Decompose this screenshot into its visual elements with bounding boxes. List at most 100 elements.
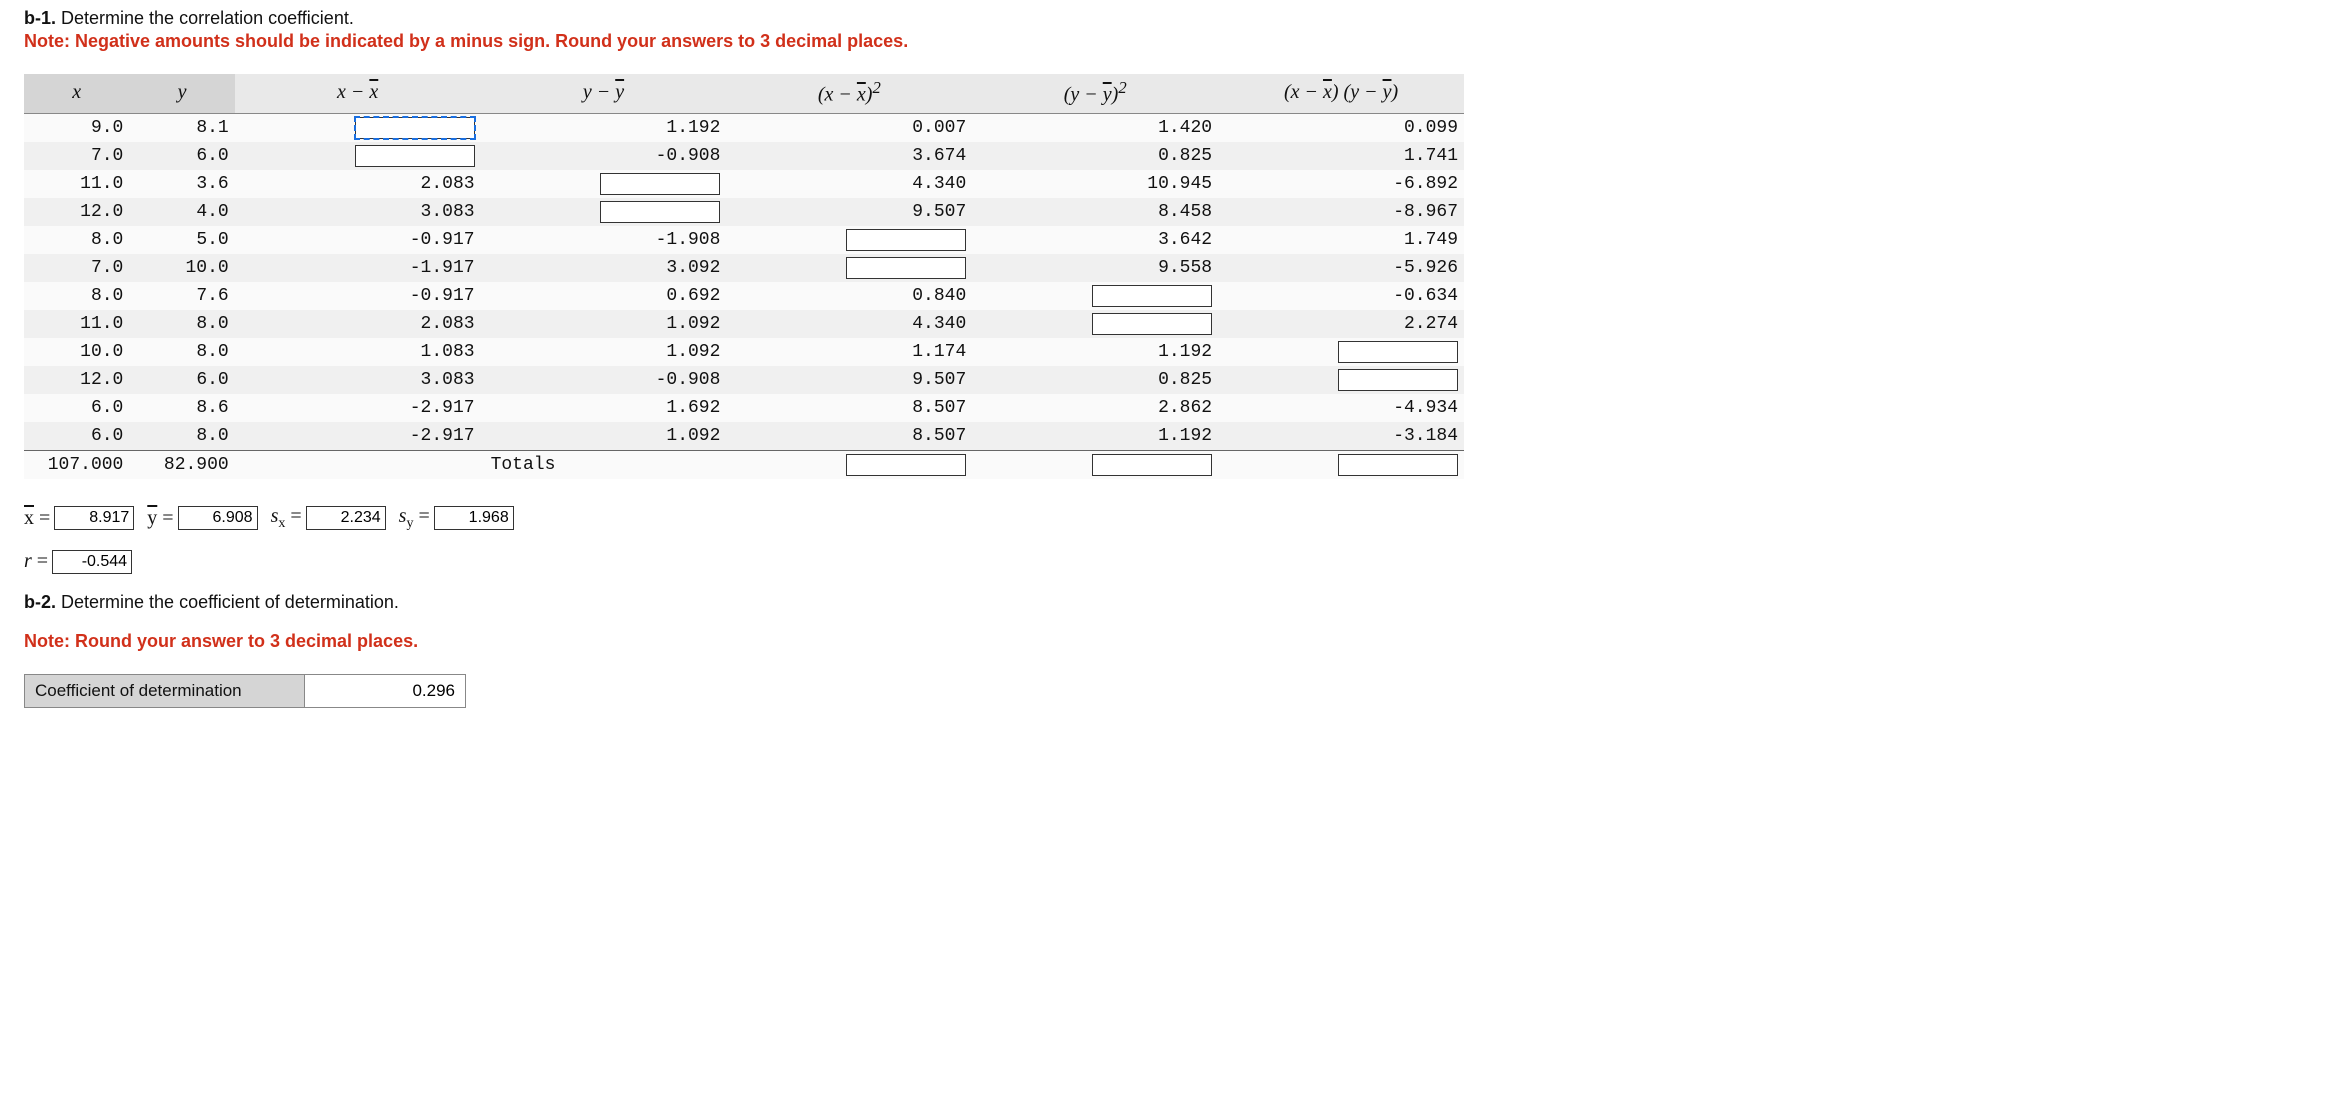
table-cell: 2.083: [235, 310, 481, 338]
b1-prefix: b-1.: [24, 8, 56, 28]
table-cell: 1.192: [481, 113, 727, 142]
sx-input[interactable]: [306, 506, 386, 530]
table-cell: 1.192: [972, 422, 1218, 451]
totals-xmx2[interactable]: [846, 454, 966, 476]
table-cell: 8.507: [726, 394, 972, 422]
table-cell: 2.083: [235, 170, 481, 198]
totals-row: 107.00082.900Totals: [24, 450, 1464, 479]
b2-rest: Determine the coefficient of determinati…: [56, 592, 399, 612]
table-cell: 12.0: [24, 198, 129, 226]
table-cell: -0.917: [235, 226, 481, 254]
table-cell: 1.092: [481, 338, 727, 366]
table-cell: 1.420: [972, 113, 1218, 142]
table-row: 12.04.03.0839.5078.458-8.967: [24, 198, 1464, 226]
b1-note: Note: Negative amounts should be indicat…: [24, 31, 2316, 52]
col-xmx: x − x: [235, 74, 481, 113]
table-cell: 3.083: [235, 366, 481, 394]
table-cell: 0.825: [972, 366, 1218, 394]
table-cell: 0.692: [481, 282, 727, 310]
table-cell: 8.507: [726, 422, 972, 451]
table-cell: 82.900: [129, 450, 234, 479]
blank-cell[interactable]: [846, 257, 966, 279]
sy-label: sy =: [399, 505, 430, 532]
table-cell: 3.642: [972, 226, 1218, 254]
table-cell: 8.0: [129, 310, 234, 338]
table-cell: 0.099: [1218, 113, 1464, 142]
table-cell: 10.945: [972, 170, 1218, 198]
b1-prompt: b-1. Determine the correlation coefficie…: [24, 8, 2316, 29]
coeff-det-row: Coefficient of determination: [24, 674, 2316, 708]
table-cell: 4.340: [726, 310, 972, 338]
xbar-input[interactable]: [54, 506, 134, 530]
blank-cell[interactable]: [1092, 313, 1212, 335]
r-label: r =: [24, 550, 48, 573]
table-cell: -2.917: [235, 422, 481, 451]
table-cell: 8.0: [129, 338, 234, 366]
table-cell: 6.0: [129, 142, 234, 170]
table-cell: -8.967: [1218, 198, 1464, 226]
table-cell: 9.0: [24, 113, 129, 142]
table-cell: 1.092: [481, 422, 727, 451]
coeff-det-input[interactable]: [304, 675, 465, 707]
table-cell: 8.1: [129, 113, 234, 142]
totals-prod[interactable]: [1338, 454, 1458, 476]
table-row: 6.08.6-2.9171.6928.5072.862-4.934: [24, 394, 1464, 422]
table-row: 7.010.0-1.9173.0929.558-5.926: [24, 254, 1464, 282]
table-cell: 1.083: [235, 338, 481, 366]
table-cell: 11.0: [24, 310, 129, 338]
blank-cell[interactable]: [600, 173, 720, 195]
table-row: 8.05.0-0.917-1.9083.6421.749: [24, 226, 1464, 254]
table-row: 7.06.0-0.9083.6740.8251.741: [24, 142, 1464, 170]
table-row: 9.08.1 1.1920.0071.4200.099: [24, 113, 1464, 142]
table-cell: 11.0: [24, 170, 129, 198]
table-cell: -0.908: [481, 366, 727, 394]
blank-cell[interactable]: [1092, 285, 1212, 307]
table-cell: -6.892: [1218, 170, 1464, 198]
table-cell: -0.634: [1218, 282, 1464, 310]
blank-cell[interactable]: [355, 117, 475, 139]
col-ymy2: (y − y)2: [972, 74, 1218, 113]
table-cell: 6.0: [24, 394, 129, 422]
sy-input[interactable]: [434, 506, 514, 530]
table-cell: 6.0: [129, 366, 234, 394]
col-prod: (x − x) (y − y): [1218, 74, 1464, 113]
table-row: 6.08.0-2.9171.0928.5071.192-3.184: [24, 422, 1464, 451]
table-cell: 0.007: [726, 113, 972, 142]
table-cell: 0.825: [972, 142, 1218, 170]
table-cell: 3.6: [129, 170, 234, 198]
col-x: x: [24, 74, 129, 113]
table-row: 11.03.62.0834.34010.945-6.892: [24, 170, 1464, 198]
b2-note: Note: Round your answer to 3 decimal pla…: [24, 631, 2316, 652]
table-cell: 9.507: [726, 198, 972, 226]
table-cell: 7.0: [24, 254, 129, 282]
ybar-input[interactable]: [178, 506, 258, 530]
coeff-det-label: Coefficient of determination: [25, 675, 304, 707]
table-cell: 3.092: [481, 254, 727, 282]
col-xmx2: (x − x)2: [726, 74, 972, 113]
table-cell: 6.0: [24, 422, 129, 451]
table-row: 10.08.01.0831.0921.1741.192: [24, 338, 1464, 366]
blank-cell[interactable]: [1338, 341, 1458, 363]
table-cell: 1.692: [481, 394, 727, 422]
table-cell: -4.934: [1218, 394, 1464, 422]
table-cell: 107.000: [24, 450, 129, 479]
table-cell: 10.0: [24, 338, 129, 366]
table-cell: 9.507: [726, 366, 972, 394]
table-cell: 3.083: [235, 198, 481, 226]
blank-cell[interactable]: [355, 145, 475, 167]
blank-cell[interactable]: [846, 229, 966, 251]
table-cell: 8.0: [129, 422, 234, 451]
calc-table: x y x − x y − y (x − x)2 (y − y)2 (x − x…: [24, 74, 1464, 479]
blank-cell[interactable]: [1338, 369, 1458, 391]
blank-cell[interactable]: [600, 201, 720, 223]
table-row: 12.06.03.083-0.9089.5070.825: [24, 366, 1464, 394]
table-cell: 1.741: [1218, 142, 1464, 170]
totals-ymy2[interactable]: [1092, 454, 1212, 476]
table-cell: 8.458: [972, 198, 1218, 226]
table-cell: 2.862: [972, 394, 1218, 422]
col-y: y: [129, 74, 234, 113]
r-input[interactable]: [52, 550, 132, 574]
table-cell: 9.558: [972, 254, 1218, 282]
table-cell: 2.274: [1218, 310, 1464, 338]
table-cell: 12.0: [24, 366, 129, 394]
